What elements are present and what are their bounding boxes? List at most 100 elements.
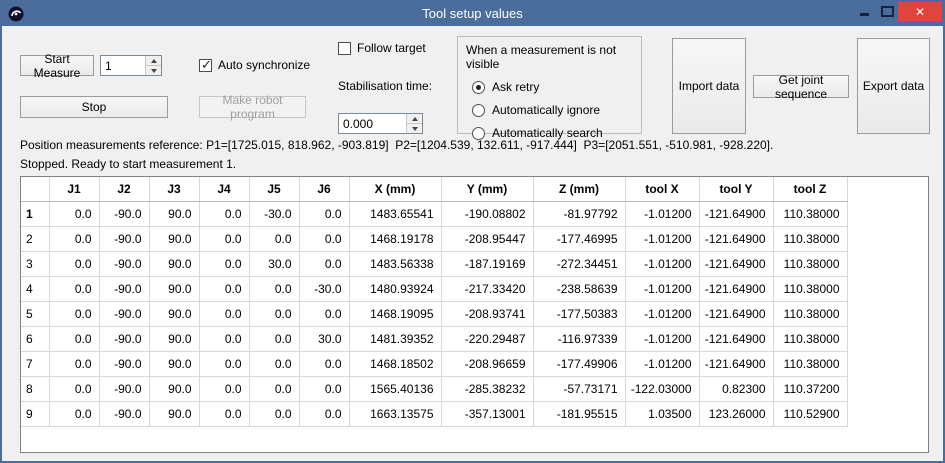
cell[interactable]: 30.0: [299, 326, 349, 351]
cell[interactable]: 90.0: [149, 251, 199, 276]
cell[interactable]: 0.0: [249, 376, 299, 401]
cell[interactable]: 1565.40136: [349, 376, 441, 401]
cell[interactable]: 1481.39352: [349, 326, 441, 351]
cell[interactable]: 1480.93924: [349, 276, 441, 301]
cell[interactable]: 0.0: [49, 301, 99, 326]
cell[interactable]: -121.64900: [699, 301, 773, 326]
cell[interactable]: -1.01200: [625, 251, 699, 276]
column-header[interactable]: J5: [249, 177, 299, 201]
cell[interactable]: 0.0: [249, 226, 299, 251]
cell[interactable]: 90.0: [149, 326, 199, 351]
row-header[interactable]: 7: [21, 351, 49, 376]
cell[interactable]: -208.96659: [441, 351, 533, 376]
column-header[interactable]: tool Z: [773, 177, 847, 201]
cell[interactable]: -30.0: [249, 201, 299, 226]
cell[interactable]: 0.0: [199, 301, 249, 326]
column-header[interactable]: J1: [49, 177, 99, 201]
cell[interactable]: -1.01200: [625, 201, 699, 226]
cell[interactable]: -90.0: [99, 276, 149, 301]
cell[interactable]: 110.38000: [773, 226, 847, 251]
cell[interactable]: 0.0: [199, 201, 249, 226]
start-measure-button[interactable]: Start Measure: [20, 55, 94, 76]
cell[interactable]: -217.33420: [441, 276, 533, 301]
row-header[interactable]: 2: [21, 226, 49, 251]
cell[interactable]: 0.0: [49, 201, 99, 226]
cell[interactable]: -285.38232: [441, 376, 533, 401]
cell[interactable]: -238.58639: [533, 276, 625, 301]
cell[interactable]: 1483.65541: [349, 201, 441, 226]
column-header[interactable]: J6: [299, 177, 349, 201]
cell[interactable]: -121.64900: [699, 226, 773, 251]
cell[interactable]: -90.0: [99, 201, 149, 226]
cell[interactable]: -90.0: [99, 301, 149, 326]
cell[interactable]: 0.0: [299, 351, 349, 376]
cell[interactable]: 1.03500: [625, 401, 699, 426]
cell[interactable]: 0.0: [49, 351, 99, 376]
cell[interactable]: -90.0: [99, 351, 149, 376]
cell[interactable]: 0.0: [199, 326, 249, 351]
cell[interactable]: 0.0: [199, 351, 249, 376]
cell[interactable]: 0.0: [249, 401, 299, 426]
cell[interactable]: -90.0: [99, 326, 149, 351]
export-data-button[interactable]: Export data: [857, 38, 930, 134]
cell[interactable]: 0.0: [249, 276, 299, 301]
column-header[interactable]: tool Y: [699, 177, 773, 201]
cell[interactable]: 110.52900: [773, 401, 847, 426]
spin-down-button[interactable]: [146, 66, 161, 75]
cell[interactable]: -1.01200: [625, 351, 699, 376]
cell[interactable]: -177.49906: [533, 351, 625, 376]
cell[interactable]: 0.0: [199, 401, 249, 426]
cell[interactable]: -357.13001: [441, 401, 533, 426]
column-header[interactable]: tool X: [625, 177, 699, 201]
cell[interactable]: 0.0: [49, 226, 99, 251]
cell[interactable]: -90.0: [99, 376, 149, 401]
cell[interactable]: 1663.13575: [349, 401, 441, 426]
column-header[interactable]: J4: [199, 177, 249, 201]
cell[interactable]: 0.0: [49, 251, 99, 276]
cell[interactable]: -90.0: [99, 401, 149, 426]
spin-down-button[interactable]: [407, 124, 422, 133]
row-header[interactable]: 8: [21, 376, 49, 401]
cell[interactable]: 110.38000: [773, 301, 847, 326]
cell[interactable]: 90.0: [149, 401, 199, 426]
cell[interactable]: -1.01200: [625, 276, 699, 301]
cell[interactable]: 0.0: [49, 401, 99, 426]
close-button[interactable]: ✕: [898, 2, 942, 21]
cell[interactable]: -208.93741: [441, 301, 533, 326]
minimize-button[interactable]: [855, 2, 873, 20]
cell[interactable]: 1468.18502: [349, 351, 441, 376]
cell[interactable]: -1.01200: [625, 226, 699, 251]
cell[interactable]: -121.64900: [699, 326, 773, 351]
radio-ask-retry[interactable]: Ask retry: [472, 80, 641, 94]
cell[interactable]: 0.0: [299, 226, 349, 251]
cell[interactable]: -177.46995: [533, 226, 625, 251]
row-header[interactable]: 4: [21, 276, 49, 301]
column-header[interactable]: J3: [149, 177, 199, 201]
cell[interactable]: 0.0: [249, 351, 299, 376]
cell[interactable]: 110.38000: [773, 326, 847, 351]
cell[interactable]: -272.34451: [533, 251, 625, 276]
cell[interactable]: 30.0: [249, 251, 299, 276]
follow-target-checkbox[interactable]: Follow target: [338, 41, 426, 55]
cell[interactable]: -57.73171: [533, 376, 625, 401]
stop-button[interactable]: Stop: [20, 96, 168, 118]
row-header[interactable]: 3: [21, 251, 49, 276]
cell[interactable]: 0.0: [299, 401, 349, 426]
cell[interactable]: -30.0: [299, 276, 349, 301]
spin-up-button[interactable]: [407, 114, 422, 124]
cell[interactable]: -187.19169: [441, 251, 533, 276]
table-corner-cell[interactable]: [21, 177, 49, 201]
cell[interactable]: -90.0: [99, 226, 149, 251]
cell[interactable]: 110.38000: [773, 251, 847, 276]
cell[interactable]: 0.0: [249, 301, 299, 326]
column-header[interactable]: Z (mm): [533, 177, 625, 201]
get-joint-sequence-button[interactable]: Get joint sequence: [753, 75, 849, 98]
cell[interactable]: 0.0: [49, 276, 99, 301]
stabilisation-time-input[interactable]: [339, 114, 406, 133]
row-header[interactable]: 6: [21, 326, 49, 351]
cell[interactable]: 123.26000: [699, 401, 773, 426]
cell[interactable]: 0.0: [199, 226, 249, 251]
cell[interactable]: 90.0: [149, 201, 199, 226]
cell[interactable]: 0.0: [199, 276, 249, 301]
cell[interactable]: 0.0: [299, 301, 349, 326]
